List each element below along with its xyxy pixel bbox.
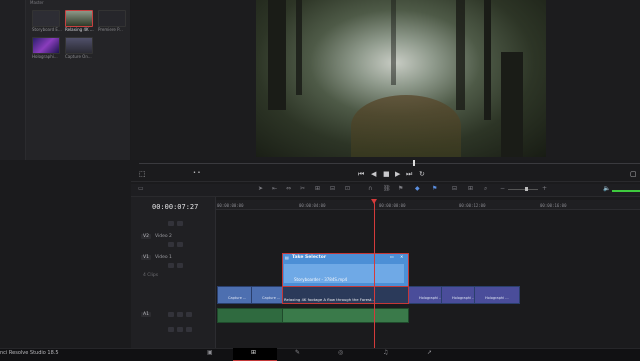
media-page-icon[interactable]: ▣ [207,349,213,356]
play-icon[interactable]: ▶ [395,170,400,178]
track-visibility-button[interactable] [177,263,183,268]
track-name-v2: Video 2 [155,234,172,239]
replace-icon[interactable]: ⊡ [345,185,350,192]
left-panel [0,0,26,160]
volume-icon[interactable]: 🔈 [603,185,610,192]
video-clip[interactable]: Holographi ... [408,286,443,304]
video-clip[interactable]: Capture ... [217,286,252,304]
clip-label: Capture On... [65,54,92,59]
zoom-icon[interactable]: • • [193,170,201,176]
zoom-out-icon[interactable]: − [500,185,505,192]
track-lock-button[interactable] [168,242,174,247]
audio-clip[interactable] [282,308,409,323]
audio-clip[interactable] [217,308,283,323]
playhead-handle[interactable] [371,199,377,204]
snapping-icon[interactable]: ∩ [368,185,372,192]
scrubber-handle[interactable] [413,160,415,166]
track-name-v1: Video 1 [155,255,172,260]
loop-icon[interactable]: ↻ [419,170,425,178]
video-clip[interactable]: Capture ... [251,286,283,304]
take-clip-name: Storyboarder - 3784S.mp4 [294,277,348,282]
deliver-page-icon[interactable]: ➚ [427,349,432,356]
timeline-ruler[interactable] [216,200,640,210]
marker-icon[interactable]: ◆ [415,185,420,192]
zoom-full-icon[interactable]: ⊟ [452,185,457,192]
track-lock-button[interactable] [168,221,174,226]
selected-clip-label: Relaxing 4K footage A flow through the F… [284,297,376,302]
clip-name: Holographi ... [485,296,509,300]
flag-icon[interactable]: ⚑ [398,185,403,192]
ruler-label: 00:00:04:00 [299,203,326,208]
volume-slider[interactable] [612,190,640,192]
dynamic-trim-icon[interactable]: ⇔ [286,185,291,192]
fusion-page-icon[interactable]: ✎ [295,349,300,356]
track-id-v1: V1 [141,255,151,260]
zoom-in-icon[interactable]: + [542,185,547,192]
take-selector-title: Take Selector [292,255,327,260]
viewer-scrubber[interactable] [139,163,640,164]
track-id-v2: V2 [141,234,151,239]
ruler-label: 00:00:16:00 [540,203,567,208]
blade-tool-icon[interactable]: ✂ [300,185,305,192]
insert-icon[interactable]: ⊞ [315,185,320,192]
clip-thumb-capture[interactable] [65,37,93,54]
clip-name: Holographi ... [419,296,443,300]
take-selector-close-icon[interactable]: ✕ [400,254,403,259]
track-record-button[interactable] [186,312,192,317]
stop-icon[interactable]: ■ [383,170,390,178]
track-mute-button[interactable] [168,312,174,317]
track-visibility-button[interactable] [186,327,192,332]
video-clip[interactable]: Holographi ... [474,286,520,304]
clip-thumb-holographic[interactable] [32,37,60,54]
track-visibility-button[interactable] [177,221,183,226]
track-clip-count: 4 Clips [143,273,159,278]
fullscreen-icon[interactable]: ▢ [630,170,637,178]
color-page-icon[interactable]: ◎ [338,349,343,356]
track-visibility-button[interactable] [177,327,183,332]
zoom-custom-icon[interactable]: ⌕ [484,185,487,193]
video-clip[interactable]: Holographi ... [441,286,476,304]
zoom-slider-handle[interactable] [525,187,528,191]
track-lock-button[interactable] [168,263,174,268]
clip-name: Capture ... [228,296,247,300]
go-to-end-icon[interactable]: ⏭ [406,170,412,179]
track-solo-button[interactable] [177,312,183,317]
edit-page-icon: ⊞ [251,349,257,356]
clip-thumb-relaxing[interactable] [65,10,93,27]
take-selector-icon: ▤ [285,255,289,260]
fairlight-page-icon[interactable]: ♫ [383,349,388,356]
page-navigation-bar [0,348,640,361]
track-visibility-button[interactable] [177,242,183,247]
clip-name: Capture ... [262,296,281,300]
playhead[interactable] [374,200,375,348]
take-selector-menu-icon[interactable]: ▭ [390,254,394,259]
track-id-a1: A1 [141,312,151,317]
zoom-detail-icon[interactable]: ⊞ [468,185,473,192]
clip-thumb-storyboard[interactable] [32,10,60,27]
overwrite-icon[interactable]: ⊟ [330,185,335,192]
clip-label: Premiere P... [98,27,123,32]
clip-label: Storyboard E... [32,27,62,32]
timeline-view-icon[interactable]: ▭ [138,185,144,192]
ruler-label: 00:00:12:00 [459,203,486,208]
reverse-play-icon[interactable]: ◀ [371,170,376,178]
clip-label: Relaxing 4K ... [65,27,94,32]
linked-selection-icon[interactable]: ⛓ [383,185,391,192]
go-to-start-icon[interactable]: ⏮ [358,170,364,179]
ruler-label: 00:00:08:00 [379,203,406,208]
clip-thumb-premiere[interactable] [98,10,126,27]
media-pool-header: Master [30,0,44,5]
app-name: nci Resolve Studio 18.5 [0,350,59,356]
viewer-options-icon[interactable]: ⬚ [139,170,146,178]
clip-label: Holographi... [32,54,58,59]
trim-tool-icon[interactable]: ⇤ [272,185,277,192]
position-lock-icon[interactable]: ⚑ [432,185,437,192]
zoom-slider[interactable] [508,189,538,190]
timeline-timecode: 00:00:07:27 [152,203,199,211]
ruler-label: 00:00:00:00 [217,203,244,208]
selection-tool-icon[interactable]: ➤ [258,185,263,192]
viewer-frame[interactable] [256,0,546,157]
track-lock-button[interactable] [168,327,174,332]
clip-name: Holographi ... [452,296,476,300]
